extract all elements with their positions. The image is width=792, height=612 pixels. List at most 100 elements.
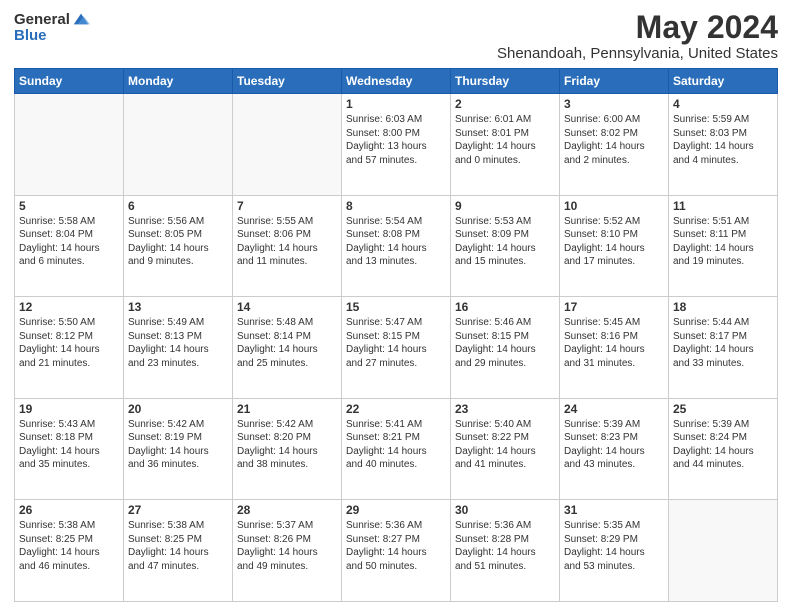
daylight-text: Daylight: 14 hours and 43 minutes. — [564, 445, 664, 472]
day-number: 21 — [237, 402, 337, 416]
day-info: Sunrise: 5:48 AMSunset: 8:14 PMDaylight:… — [237, 316, 337, 370]
sunset-text: Sunset: 8:06 PM — [237, 228, 337, 242]
day-number: 11 — [673, 199, 773, 213]
day-number: 7 — [237, 199, 337, 213]
header-wednesday: Wednesday — [342, 69, 451, 94]
header-monday: Monday — [124, 69, 233, 94]
sunset-text: Sunset: 8:01 PM — [455, 127, 555, 141]
day-info: Sunrise: 5:46 AMSunset: 8:15 PMDaylight:… — [455, 316, 555, 370]
week-row-3: 12Sunrise: 5:50 AMSunset: 8:12 PMDayligh… — [15, 297, 778, 399]
day-info: Sunrise: 5:42 AMSunset: 8:19 PMDaylight:… — [128, 418, 228, 472]
day-cell-7: 7 Sunrise: 5:55 AMSunset: 8:06 PMDaylight… — [233, 195, 342, 297]
sunrise-text: Sunrise: 6:01 AM — [455, 113, 555, 127]
sunset-text: Sunset: 8:12 PM — [19, 330, 119, 344]
daylight-text: Daylight: 14 hours and 13 minutes. — [346, 242, 446, 269]
daylight-text: Daylight: 14 hours and 41 minutes. — [455, 445, 555, 472]
day-info: Sunrise: 5:47 AMSunset: 8:15 PMDaylight:… — [346, 316, 446, 370]
calendar-table: SundayMondayTuesdayWednesdayThursdayFrid… — [14, 68, 778, 602]
day-cell-empty — [669, 500, 778, 602]
day-cell-14: 14Sunrise: 5:48 AMSunset: 8:14 PMDayligh… — [233, 297, 342, 399]
sunset-text: Sunset: 8:00 PM — [346, 127, 446, 141]
day-info: Sunrise: 5:39 AMSunset: 8:24 PMDaylight:… — [673, 418, 773, 472]
daylight-text: Daylight: 14 hours and 46 minutes. — [19, 546, 119, 573]
day-cell-30: 30Sunrise: 5:36 AMSunset: 8:28 PMDayligh… — [451, 500, 560, 602]
sunrise-text: Sunrise: 5:37 AM — [237, 519, 337, 533]
daylight-text: Daylight: 14 hours and 17 minutes. — [564, 242, 664, 269]
daylight-text: Daylight: 14 hours and 29 minutes. — [455, 343, 555, 370]
sunrise-text: Sunrise: 5:47 AM — [346, 316, 446, 330]
header-saturday: Saturday — [669, 69, 778, 94]
daylight-text: Daylight: 14 hours and 35 minutes. — [19, 445, 119, 472]
day-info: Sunrise: 5:52 AMSunset: 8:10 PMDaylight:… — [564, 215, 664, 269]
day-info: Sunrise: 5:53 AMSunset: 8:09 PMDaylight:… — [455, 215, 555, 269]
day-cell-13: 13Sunrise: 5:49 AMSunset: 8:13 PMDayligh… — [124, 297, 233, 399]
sunset-text: Sunset: 8:11 PM — [673, 228, 773, 242]
daylight-text: Daylight: 14 hours and 11 minutes. — [237, 242, 337, 269]
day-info: Sunrise: 5:42 AMSunset: 8:20 PMDaylight:… — [237, 418, 337, 472]
day-number: 2 — [455, 97, 555, 111]
day-cell-11: 11Sunrise: 5:51 AMSunset: 8:11 PMDayligh… — [669, 195, 778, 297]
day-cell-19: 19 Sunrise: 5:43 AMSunset: 8:18 PMDayligh… — [15, 398, 124, 500]
sunrise-text: Sunrise: 5:59 AM — [673, 113, 773, 127]
day-cell-27: 27Sunrise: 5:38 AMSunset: 8:25 PMDayligh… — [124, 500, 233, 602]
day-info: Sunrise: 5:37 AMSunset: 8:26 PMDaylight:… — [237, 519, 337, 573]
daylight-text: Daylight: 14 hours and 27 minutes. — [346, 343, 446, 370]
day-info: Sunrise: 5:35 AMSunset: 8:29 PMDaylight:… — [564, 519, 664, 573]
sunrise-text: Sunrise: 5:48 AM — [237, 316, 337, 330]
daylight-text: Daylight: 14 hours and 0 minutes. — [455, 140, 555, 167]
sunrise-text: Sunrise: 5:41 AM — [346, 418, 446, 432]
daylight-text: Daylight: 14 hours and 49 minutes. — [237, 546, 337, 573]
day-number: 19 — [19, 402, 119, 416]
day-cell-25: 25 Sunrise: 5:39 AMSunset: 8:24 PMDayligh… — [669, 398, 778, 500]
day-number: 13 — [128, 300, 228, 314]
sunrise-text: Sunrise: 5:38 AM — [19, 519, 119, 533]
day-cell-16: 16 Sunrise: 5:46 AMSunset: 8:15 PMDayligh… — [451, 297, 560, 399]
day-cell-empty — [233, 94, 342, 196]
day-cell-8: 8Sunrise: 5:54 AMSunset: 8:08 PMDaylight… — [342, 195, 451, 297]
day-cell-9: 9Sunrise: 5:53 AMSunset: 8:09 PMDaylight… — [451, 195, 560, 297]
sunset-text: Sunset: 8:10 PM — [564, 228, 664, 242]
day-info: Sunrise: 5:41 AMSunset: 8:21 PMDaylight:… — [346, 418, 446, 472]
sunrise-text: Sunrise: 5:45 AM — [564, 316, 664, 330]
daylight-text: Daylight: 14 hours and 19 minutes. — [673, 242, 773, 269]
day-info: Sunrise: 5:43 AMSunset: 8:18 PMDaylight:… — [19, 418, 119, 472]
daylight-text: Daylight: 14 hours and 33 minutes. — [673, 343, 773, 370]
daylight-text: Daylight: 14 hours and 9 minutes. — [128, 242, 228, 269]
sunrise-text: Sunrise: 5:38 AM — [128, 519, 228, 533]
day-info: Sunrise: 5:38 AMSunset: 8:25 PMDaylight:… — [128, 519, 228, 573]
daylight-text: Daylight: 14 hours and 31 minutes. — [564, 343, 664, 370]
day-info: Sunrise: 5:40 AMSunset: 8:22 PMDaylight:… — [455, 418, 555, 472]
sunset-text: Sunset: 8:03 PM — [673, 127, 773, 141]
day-number: 20 — [128, 402, 228, 416]
sunset-text: Sunset: 8:19 PM — [128, 431, 228, 445]
sunset-text: Sunset: 8:02 PM — [564, 127, 664, 141]
sunrise-text: Sunrise: 5:42 AM — [128, 418, 228, 432]
day-cell-5: 5Sunrise: 5:58 AMSunset: 8:04 PMDaylight… — [15, 195, 124, 297]
title-section: May 2024 Shenandoah, Pennsylvania, Unite… — [497, 10, 778, 62]
sunrise-text: Sunrise: 5:55 AM — [237, 215, 337, 229]
day-cell-29: 29Sunrise: 5:36 AMSunset: 8:27 PMDayligh… — [342, 500, 451, 602]
day-cell-22: 22Sunrise: 5:41 AMSunset: 8:21 PMDayligh… — [342, 398, 451, 500]
sunset-text: Sunset: 8:17 PM — [673, 330, 773, 344]
day-info: Sunrise: 5:39 AMSunset: 8:23 PMDaylight:… — [564, 418, 664, 472]
sunset-text: Sunset: 8:15 PM — [346, 330, 446, 344]
sunrise-text: Sunrise: 5:39 AM — [564, 418, 664, 432]
day-info: Sunrise: 5:56 AMSunset: 8:05 PMDaylight:… — [128, 215, 228, 269]
day-number: 16 — [455, 300, 555, 314]
day-info: Sunrise: 6:00 AMSunset: 8:02 PMDaylight:… — [564, 113, 664, 167]
daylight-text: Daylight: 14 hours and 15 minutes. — [455, 242, 555, 269]
daylight-text: Daylight: 14 hours and 21 minutes. — [19, 343, 119, 370]
day-number: 3 — [564, 97, 664, 111]
day-number: 29 — [346, 503, 446, 517]
day-number: 1 — [346, 97, 446, 111]
daylight-text: Daylight: 14 hours and 53 minutes. — [564, 546, 664, 573]
day-info: Sunrise: 5:38 AMSunset: 8:25 PMDaylight:… — [19, 519, 119, 573]
sunset-text: Sunset: 8:05 PM — [128, 228, 228, 242]
sunset-text: Sunset: 8:21 PM — [346, 431, 446, 445]
day-number: 25 — [673, 402, 773, 416]
week-row-5: 26Sunrise: 5:38 AMSunset: 8:25 PMDayligh… — [15, 500, 778, 602]
sunset-text: Sunset: 8:15 PM — [455, 330, 555, 344]
header-thursday: Thursday — [451, 69, 560, 94]
sunrise-text: Sunrise: 6:00 AM — [564, 113, 664, 127]
day-info: Sunrise: 5:50 AMSunset: 8:12 PMDaylight:… — [19, 316, 119, 370]
